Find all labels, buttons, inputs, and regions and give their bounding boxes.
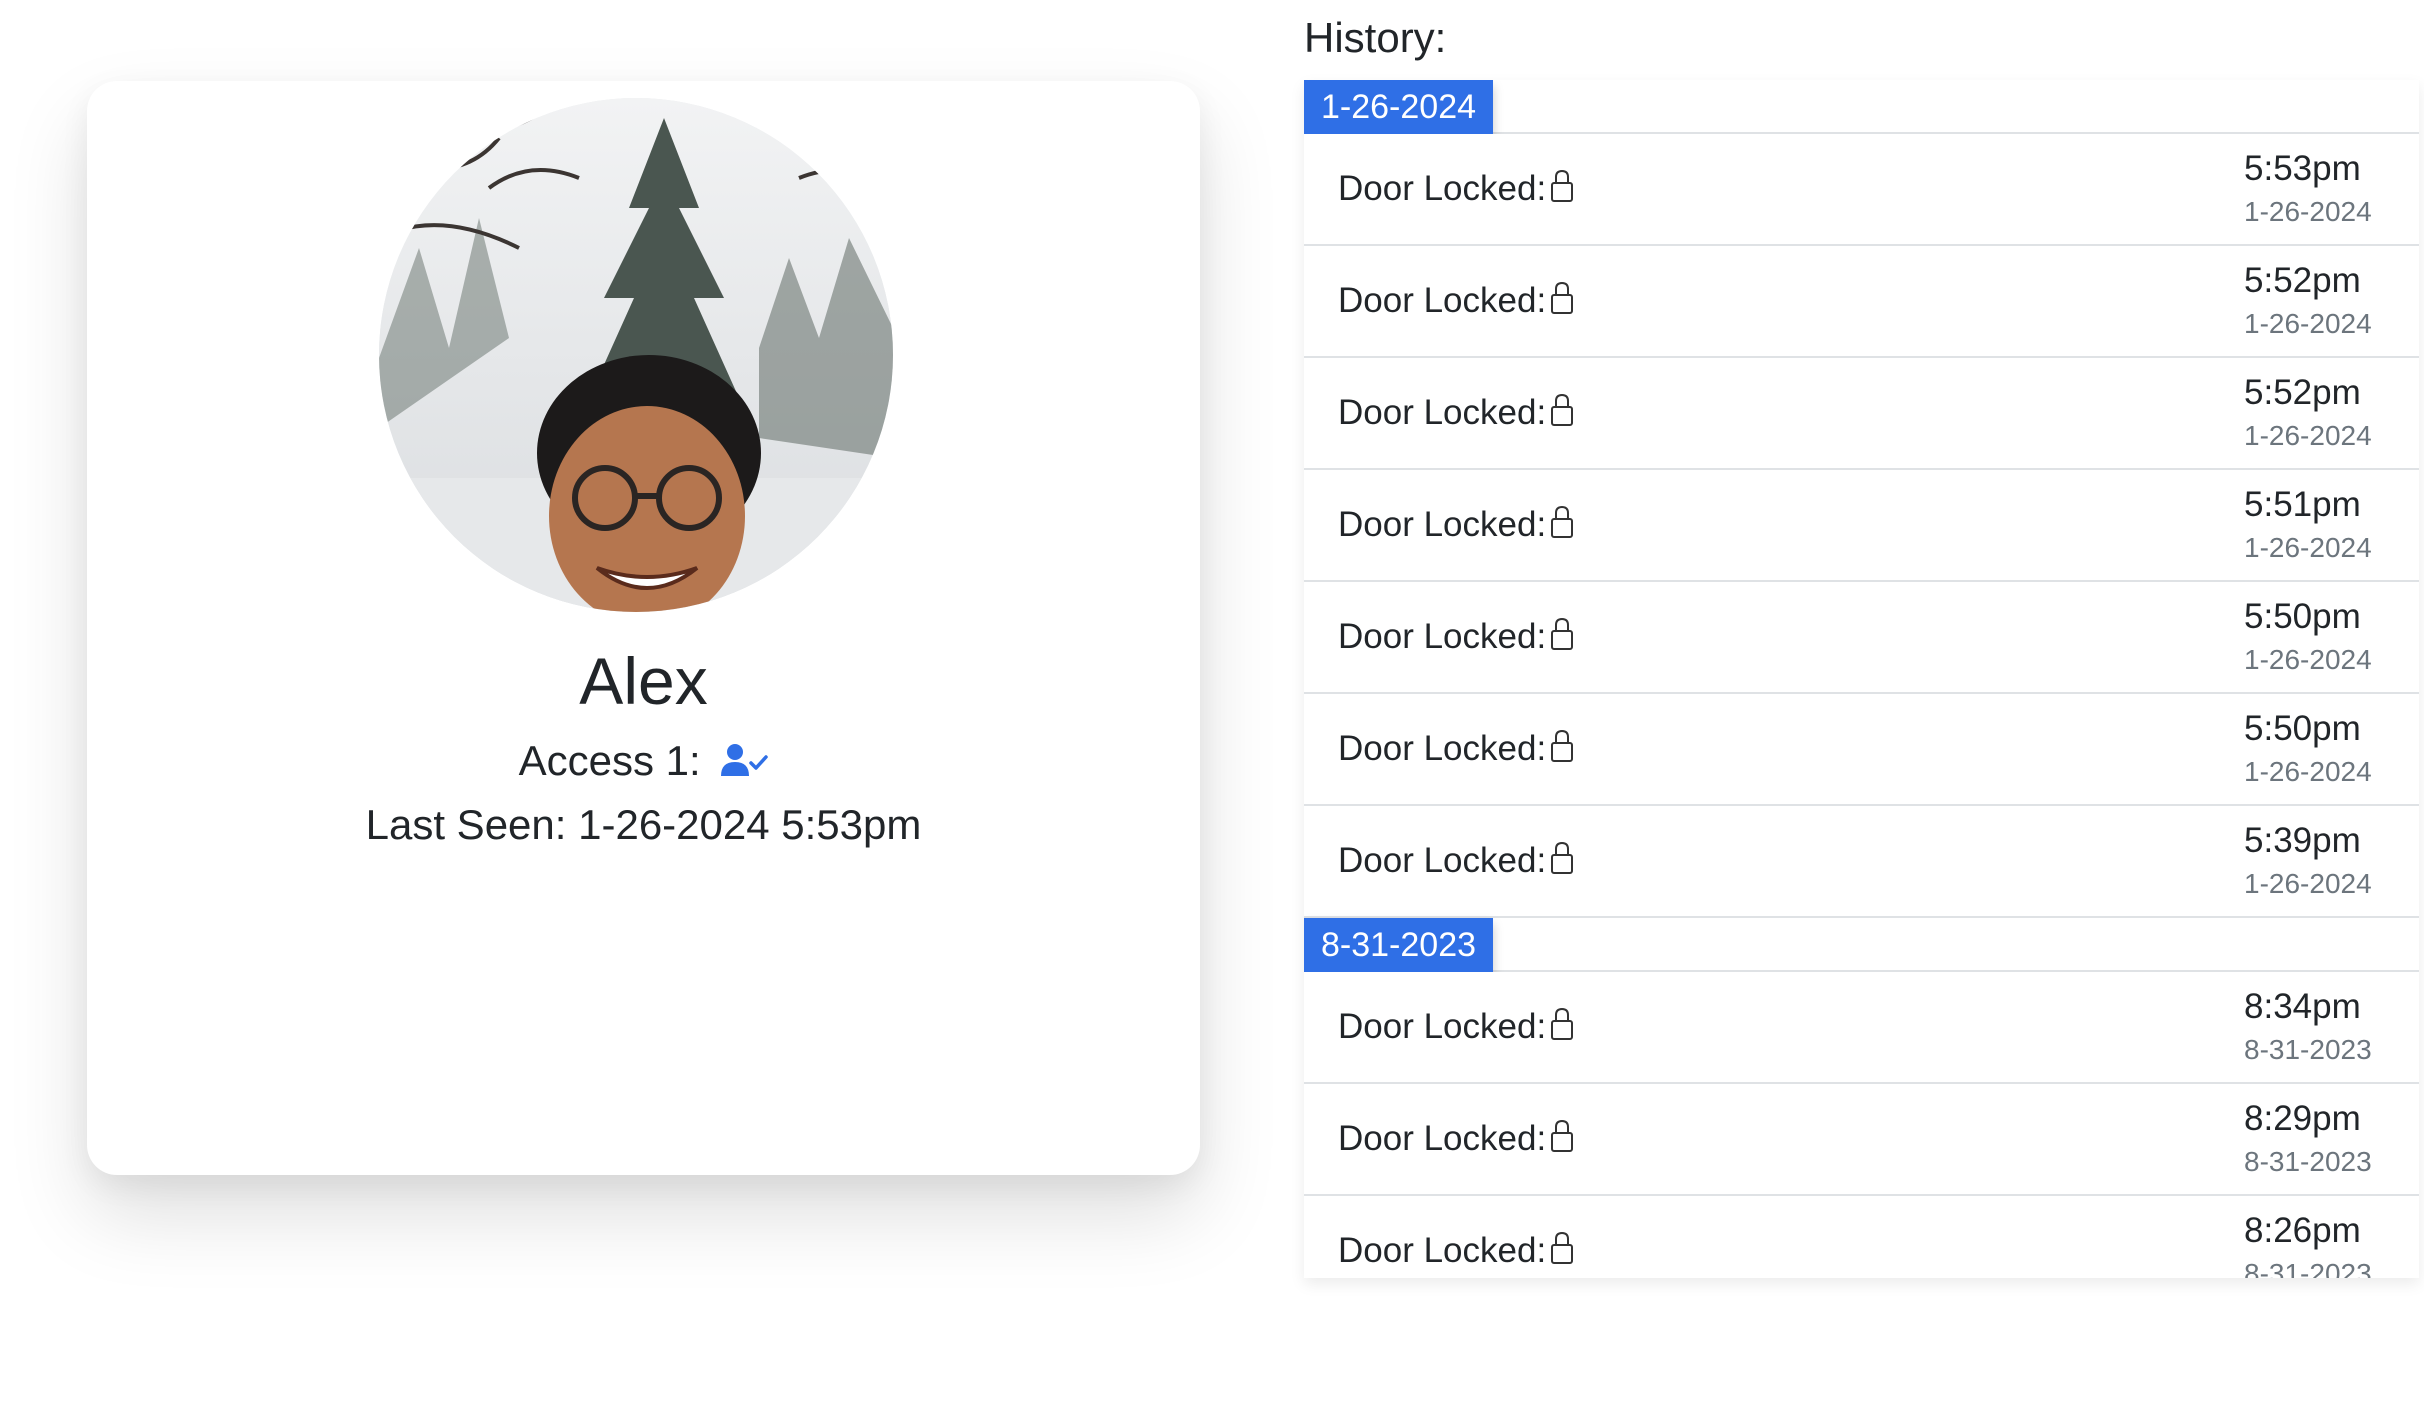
row-label: Door Locked: <box>1338 279 1574 323</box>
event-time: 8:29pm <box>2244 1099 2361 1138</box>
lock-icon <box>1550 280 1574 316</box>
event-time: 5:50pm <box>2244 597 2361 636</box>
date-badge: 1-26-2024 <box>1304 80 1494 134</box>
row-timestamp: 5:51pm 1-26-2024 <box>2244 482 2384 568</box>
event-date: 1-26-2024 <box>2244 420 2372 451</box>
event-date: 8-31-2023 <box>2244 1146 2372 1177</box>
history-list[interactable]: 1-26-2024 Door Locked: 5:53pm 1-26-2024 D… <box>1304 80 2419 1278</box>
history-row[interactable]: Door Locked: 5:51pm 1-26-2024 <box>1304 470 2419 582</box>
row-timestamp: 8:26pm 8-31-2023 <box>2244 1208 2384 1278</box>
row-timestamp: 5:52pm 1-26-2024 <box>2244 370 2384 456</box>
event-time: 5:52pm <box>2244 261 2361 300</box>
lock-icon <box>1550 840 1574 876</box>
row-timestamp: 8:34pm 8-31-2023 <box>2244 984 2384 1070</box>
lock-icon <box>1550 1006 1574 1042</box>
event-date: 8-31-2023 <box>2244 1034 2372 1065</box>
row-timestamp: 5:50pm 1-26-2024 <box>2244 594 2384 680</box>
row-label: Door Locked: <box>1338 503 1574 547</box>
lock-icon <box>1550 392 1574 428</box>
row-timestamp: 5:50pm 1-26-2024 <box>2244 706 2384 792</box>
event-time: 8:34pm <box>2244 987 2361 1026</box>
event-date: 1-26-2024 <box>2244 196 2372 227</box>
last-seen-line: Last Seen: 1-26-2024 5:53pm <box>87 797 1200 853</box>
event-label: Door Locked: <box>1338 1007 1547 1046</box>
profile-name: Alex <box>579 644 708 718</box>
event-label: Door Locked: <box>1338 841 1547 880</box>
event-time: 5:51pm <box>2244 485 2361 524</box>
event-label: Door Locked: <box>1338 169 1547 208</box>
history-row[interactable]: Door Locked: 5:52pm 1-26-2024 <box>1304 358 2419 470</box>
date-group-header: 8-31-2023 <box>1304 918 2419 972</box>
event-label: Door Locked: <box>1338 1119 1547 1158</box>
event-label: Door Locked: <box>1338 281 1547 320</box>
date-group-header: 1-26-2024 <box>1304 80 2419 134</box>
history-row[interactable]: Door Locked: 5:50pm 1-26-2024 <box>1304 694 2419 806</box>
lock-icon <box>1550 168 1574 204</box>
row-label: Door Locked: <box>1338 727 1574 771</box>
page: Alex Access 1: Last Seen: 1-26-2024 5:53… <box>0 0 2424 1414</box>
row-label: Door Locked: <box>1338 615 1574 659</box>
row-timestamp: 8:29pm 8-31-2023 <box>2244 1096 2384 1182</box>
date-badge: 8-31-2023 <box>1304 918 1494 972</box>
row-label: Door Locked: <box>1338 391 1574 435</box>
event-label: Door Locked: <box>1338 617 1547 656</box>
avatar <box>379 98 893 612</box>
lock-icon <box>1550 1118 1574 1154</box>
row-timestamp: 5:53pm 1-26-2024 <box>2244 146 2384 232</box>
event-date: 1-26-2024 <box>2244 756 2372 787</box>
event-time: 8:26pm <box>2244 1211 2361 1250</box>
event-label: Door Locked: <box>1338 1231 1547 1270</box>
avatar-photo <box>379 98 893 612</box>
access-label: Access 1: <box>518 737 701 784</box>
event-time: 5:50pm <box>2244 709 2361 748</box>
access-line: Access 1: <box>87 733 1200 789</box>
event-time: 5:39pm <box>2244 821 2361 860</box>
last-seen-value: 1-26-2024 5:53pm <box>578 801 922 848</box>
lock-icon <box>1550 1230 1574 1266</box>
lock-icon <box>1550 616 1574 652</box>
history-row[interactable]: Door Locked: 5:52pm 1-26-2024 <box>1304 246 2419 358</box>
event-date: 1-26-2024 <box>2244 644 2372 675</box>
row-label: Door Locked: <box>1338 1229 1574 1273</box>
history-row[interactable]: Door Locked: 8:29pm 8-31-2023 <box>1304 1084 2419 1196</box>
history-row[interactable]: Door Locked: 5:39pm 1-26-2024 <box>1304 806 2419 918</box>
row-label: Door Locked: <box>1338 839 1574 883</box>
history-row[interactable]: Door Locked: 8:26pm 8-31-2023 <box>1304 1196 2419 1278</box>
row-label: Door Locked: <box>1338 167 1574 211</box>
history-row[interactable]: Door Locked: 8:34pm 8-31-2023 <box>1304 972 2419 1084</box>
event-time: 5:53pm <box>2244 149 2361 188</box>
history-title: History: <box>1304 14 1447 61</box>
event-date: 1-26-2024 <box>2244 532 2372 563</box>
event-label: Door Locked: <box>1338 505 1547 544</box>
event-label: Door Locked: <box>1338 729 1547 768</box>
row-label: Door Locked: <box>1338 1005 1574 1049</box>
event-date: 1-26-2024 <box>2244 308 2372 339</box>
event-date: 8-31-2023 <box>2244 1258 2372 1278</box>
lock-icon <box>1550 728 1574 764</box>
event-time: 5:52pm <box>2244 373 2361 412</box>
event-label: Door Locked: <box>1338 393 1547 432</box>
profile-card: Alex Access 1: Last Seen: 1-26-2024 5:53… <box>87 81 1200 1175</box>
history-row[interactable]: Door Locked: 5:53pm 1-26-2024 <box>1304 134 2419 246</box>
lock-icon <box>1550 504 1574 540</box>
row-timestamp: 5:52pm 1-26-2024 <box>2244 258 2384 344</box>
event-date: 1-26-2024 <box>2244 868 2372 899</box>
row-timestamp: 5:39pm 1-26-2024 <box>2244 818 2384 904</box>
history-row[interactable]: Door Locked: 5:50pm 1-26-2024 <box>1304 582 2419 694</box>
row-label: Door Locked: <box>1338 1117 1574 1161</box>
user-check-icon <box>720 735 769 776</box>
last-seen-label: Last Seen: <box>365 801 567 848</box>
